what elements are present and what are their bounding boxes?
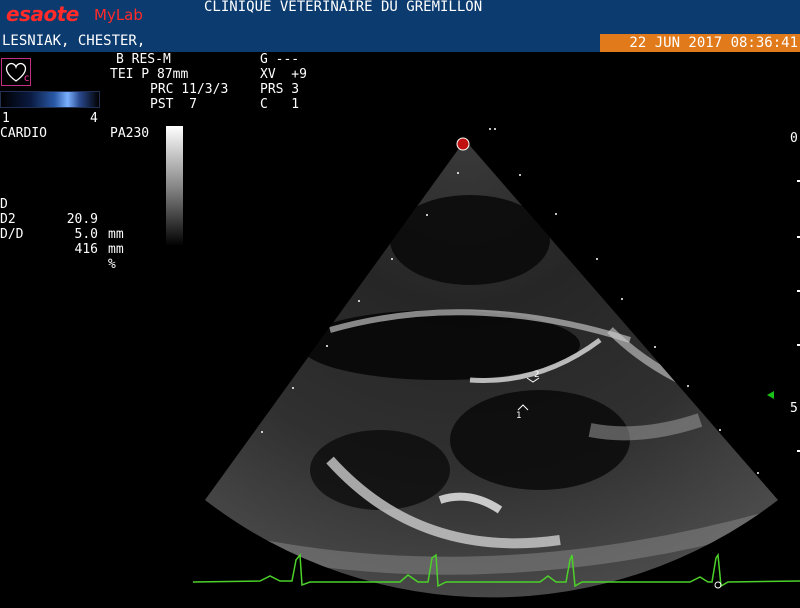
clinic-name: CLINIQUE VETERINAIRE DU GREMILLON xyxy=(204,0,483,15)
probe-orientation-marker xyxy=(456,137,470,151)
depth-scale-mid: 5 xyxy=(790,401,798,416)
param-row-1: B RES-M xyxy=(116,52,171,67)
measurement-value: 20.9 xyxy=(66,212,98,227)
measurement-unit: mm xyxy=(108,227,124,242)
measurement-value: 5.0 xyxy=(74,227,98,242)
param-c: C 1 xyxy=(260,97,300,112)
heart-badge: c xyxy=(24,73,30,84)
param-xv: XV +9 xyxy=(260,67,307,82)
color-map-bar xyxy=(0,91,100,108)
colorbar-min: 1 xyxy=(2,111,10,126)
product-logo: MyLab xyxy=(94,6,143,24)
colorbar-max: 4 xyxy=(90,111,98,126)
depth-marker-icon xyxy=(767,391,774,399)
caliper-label-2: 2 xyxy=(534,370,539,380)
preset-label: CARDIO xyxy=(0,126,47,141)
param-prs: PRS 3 xyxy=(260,82,300,97)
param-row-2: TEI P 87mm xyxy=(110,67,189,82)
measurement-label: D/D xyxy=(0,227,24,242)
patient-name: LESNIAK, CHESTER, xyxy=(2,33,146,49)
sector-fan xyxy=(205,140,778,598)
depth-scale-top: 0 xyxy=(790,131,798,146)
measurement-value: 416 xyxy=(74,242,98,257)
caliper-label-1: 1 xyxy=(516,411,521,421)
measurement-unit: mm xyxy=(108,242,124,257)
cardio-mode-box: c xyxy=(1,58,31,86)
brand-logo: esaote xyxy=(6,2,79,26)
measurement-row: D2 5.0 mm xyxy=(0,197,124,257)
param-row-3: PRC 11/3/3 xyxy=(150,82,229,97)
measurement-list: D 20.9 mm D2 5.0 mm D/D 416 % xyxy=(0,182,124,272)
ultrasound-image: 2 1 0 5 xyxy=(192,128,800,598)
ecg-cursor xyxy=(714,581,722,589)
param-row-4: PST 7 xyxy=(150,97,197,112)
measurement-row: D/D 416 % xyxy=(0,212,116,272)
exam-datetime: 22 JUN 2017 08:36:41 xyxy=(600,34,800,52)
probe-label: PA230 xyxy=(110,126,150,141)
param-gain: G --- xyxy=(260,52,300,67)
measurement-row: D 20.9 mm xyxy=(0,182,124,242)
grayscale-bar xyxy=(166,126,183,246)
measurement-unit: % xyxy=(108,257,116,272)
